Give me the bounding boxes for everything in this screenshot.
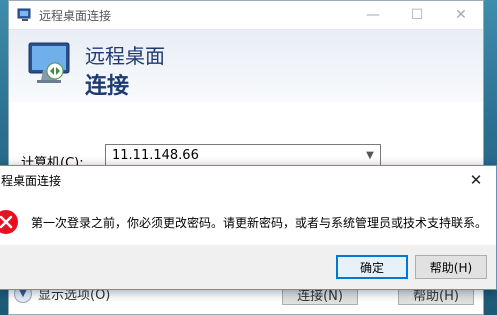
error-message: 第一次登录之前，你必须更改密码。请更新密码，或者与系统管理员或技术支持联系。 bbox=[31, 215, 488, 230]
help-button[interactable]: 帮助(H) bbox=[415, 255, 487, 279]
close-icon[interactable]: ✕ bbox=[456, 166, 496, 194]
window-controls: — ☐ ✕ bbox=[351, 1, 483, 29]
window-title: 远程桌面连接 bbox=[39, 8, 112, 23]
minimize-icon[interactable]: — bbox=[351, 1, 395, 29]
computer-combobox[interactable]: 11.11.148.66 ▼ bbox=[105, 144, 381, 166]
dialog-footer: 确定 帮助(H) bbox=[0, 245, 496, 289]
dialog-titlebar: 程桌面连接 ✕ bbox=[0, 166, 496, 194]
error-icon bbox=[0, 210, 18, 234]
error-dialog: 程桌面连接 ✕ 第一次登录之前，你必须更改密码。请更新密码，或者与系统管理员或技… bbox=[0, 165, 497, 290]
close-icon[interactable]: ✕ bbox=[439, 1, 483, 29]
window-titlebar: 远程桌面连接 — ☐ ✕ bbox=[9, 1, 483, 29]
chevron-down-icon[interactable]: ▼ bbox=[360, 150, 380, 161]
remote-desktop-app-icon bbox=[17, 8, 31, 21]
computer-value: 11.11.148.66 bbox=[112, 147, 199, 163]
monitor-icon bbox=[28, 42, 70, 83]
header-title-line2: 连接 bbox=[85, 74, 130, 99]
dialog-title: 程桌面连接 bbox=[1, 173, 62, 188]
maximize-icon[interactable]: ☐ bbox=[395, 1, 439, 29]
window-header: 远程桌面 连接 bbox=[9, 29, 483, 102]
dialog-body: 第一次登录之前，你必须更改密码。请更新密码，或者与系统管理员或技术支持联系。 bbox=[0, 196, 496, 248]
header-title-line1: 远程桌面 bbox=[85, 44, 165, 68]
ok-button[interactable]: 确定 bbox=[336, 255, 408, 279]
